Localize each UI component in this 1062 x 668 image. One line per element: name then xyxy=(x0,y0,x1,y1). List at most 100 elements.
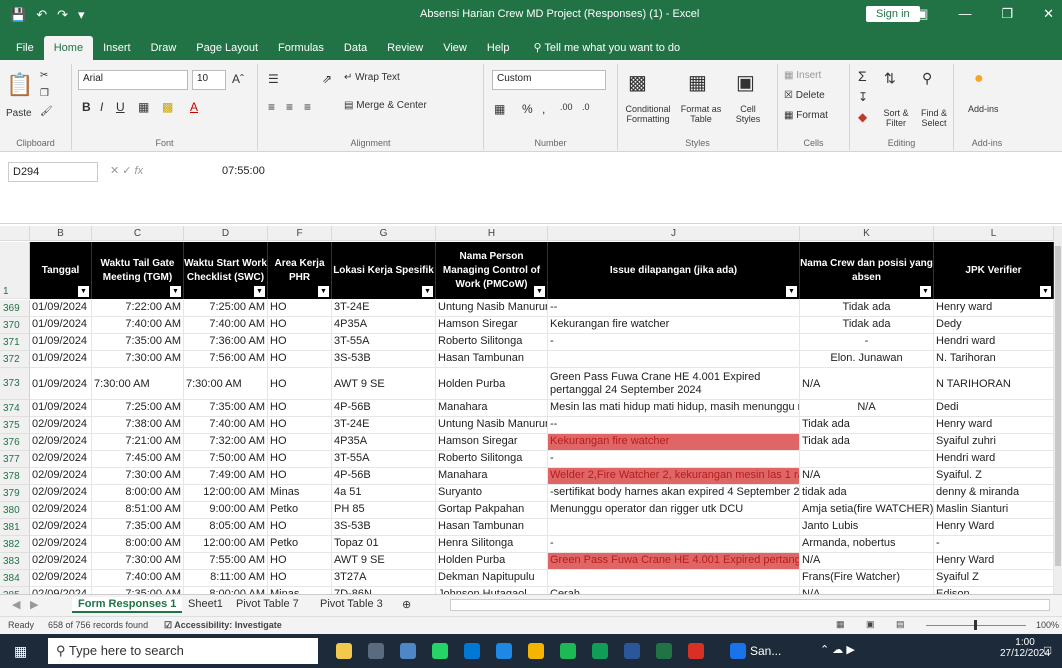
table-cell[interactable]: Topaz 01 xyxy=(332,536,436,553)
table-cell[interactable]: 02/09/2024 xyxy=(30,485,92,502)
row-number[interactable]: 381 xyxy=(0,519,30,536)
filter-dropdown-icon[interactable]: ▼ xyxy=(534,286,545,297)
row-number[interactable]: 376 xyxy=(0,434,30,451)
store-icon[interactable] xyxy=(528,643,544,659)
table-cell[interactable]: 7D-86N xyxy=(332,587,436,594)
table-cell[interactable]: Henry Ward xyxy=(934,553,1054,570)
table-cell[interactable]: 01/09/2024 xyxy=(30,300,92,317)
table-cell[interactable]: 3T27A xyxy=(332,570,436,587)
table-cell[interactable]: Armanda, nobertus xyxy=(800,536,934,553)
table-cell[interactable]: 7:40:00 AM xyxy=(184,417,268,434)
filter-dropdown-icon[interactable]: ▼ xyxy=(78,286,89,297)
currency-icon[interactable]: ▦ xyxy=(494,102,505,116)
find-select-button[interactable]: Find & Select xyxy=(916,108,952,128)
cut-icon[interactable]: ✂ xyxy=(40,70,48,81)
word-icon[interactable] xyxy=(624,643,640,659)
row-number[interactable]: 374 xyxy=(0,400,30,417)
scroll-sheets-right-icon[interactable]: ▶ xyxy=(24,597,44,612)
table-cell[interactable]: HO xyxy=(268,317,332,334)
align-center-icon[interactable]: ≡ xyxy=(286,100,293,114)
font-color-icon[interactable]: A xyxy=(190,100,198,114)
orientation-icon[interactable]: ⇗ xyxy=(322,72,332,86)
undo-icon[interactable]: ↶ xyxy=(36,7,47,23)
table-cell[interactable]: 3T-24E xyxy=(332,300,436,317)
format-painter-icon[interactable]: 🖌 xyxy=(40,106,53,117)
redo-icon[interactable]: ↷ xyxy=(57,7,68,23)
table-cell[interactable]: 4a 51 xyxy=(332,485,436,502)
table-header-cell[interactable]: Nama Crew dan posisi yang absen ▼ xyxy=(800,242,934,299)
font-name-select[interactable]: Arial xyxy=(78,70,188,90)
table-cell[interactable]: 7:40:00 AM xyxy=(92,570,184,587)
row-number[interactable]: 380 xyxy=(0,502,30,519)
table-cell[interactable]: Kekurangan fire watcher xyxy=(548,434,800,451)
table-cell[interactable]: 02/09/2024 xyxy=(30,502,92,519)
table-cell[interactable]: HO xyxy=(268,300,332,317)
table-cell[interactable]: Syaiful zuhri xyxy=(934,434,1054,451)
table-cell[interactable]: Holden Purba xyxy=(436,368,548,400)
table-cell[interactable]: Petko xyxy=(268,502,332,519)
table-cell[interactable]: 7:35:00 AM xyxy=(92,334,184,351)
table-cell[interactable]: - xyxy=(800,334,934,351)
align-right-icon[interactable]: ≡ xyxy=(304,100,311,114)
tab-help[interactable]: Help xyxy=(477,36,520,60)
table-cell[interactable]: 3T-24E xyxy=(332,417,436,434)
sheet-tab-sheet1[interactable]: Sheet1 xyxy=(182,597,229,611)
cell-styles-button[interactable]: Cell Styles xyxy=(728,104,768,124)
table-cell[interactable]: Edison xyxy=(934,587,1054,594)
table-cell[interactable]: 7:30:00 AM xyxy=(92,468,184,485)
table-cell[interactable]: 7:21:00 AM xyxy=(92,434,184,451)
copy-icon[interactable]: ❐ xyxy=(40,88,49,99)
table-cell[interactable]: - xyxy=(548,451,800,468)
number-format-select[interactable]: Custom xyxy=(492,70,606,90)
table-cell[interactable]: 7:32:00 AM xyxy=(184,434,268,451)
table-cell[interactable]: Welder 2,Fire Watcher 2, kekurangan mesi… xyxy=(548,468,800,485)
table-cell[interactable]: Cerah xyxy=(548,587,800,594)
table-cell[interactable]: Syaiful. Z xyxy=(934,468,1054,485)
taskbar-app-label[interactable]: San... xyxy=(750,644,781,658)
vertical-scrollbar[interactable] xyxy=(1054,226,1062,594)
conditional-formatting-icon[interactable]: ▩ xyxy=(628,70,647,95)
table-cell[interactable]: 01/09/2024 xyxy=(30,400,92,417)
table-cell[interactable]: Hasan Tambunan xyxy=(436,519,548,536)
add-sheet-icon[interactable]: ⊕ xyxy=(396,597,417,612)
table-cell[interactable]: N/A xyxy=(800,468,934,485)
chrome-icon[interactable] xyxy=(592,643,608,659)
row-number[interactable]: 373 xyxy=(0,368,30,400)
table-cell[interactable]: 7:35:00 AM xyxy=(92,587,184,594)
table-cell[interactable]: 7:38:00 AM xyxy=(92,417,184,434)
table-cell[interactable]: HO xyxy=(268,417,332,434)
save-icon[interactable]: 💾 xyxy=(10,7,26,23)
tab-view[interactable]: View xyxy=(433,36,477,60)
table-cell[interactable]: 3S-53B xyxy=(332,519,436,536)
table-cell[interactable]: Gortap Pakpahan xyxy=(436,502,548,519)
table-cell[interactable]: 3T-55A xyxy=(332,334,436,351)
table-cell[interactable]: Mesin las mati hidup mati hidup, masih m… xyxy=(548,400,800,417)
bold-icon[interactable]: B xyxy=(82,100,91,114)
table-cell[interactable]: 02/09/2024 xyxy=(30,519,92,536)
table-cell[interactable]: HO xyxy=(268,451,332,468)
table-cell[interactable]: Minas xyxy=(268,485,332,502)
table-cell[interactable]: 02/09/2024 xyxy=(30,587,92,594)
format-as-table-icon[interactable]: ▦ xyxy=(688,70,707,95)
table-cell[interactable]: 8:00:00 AM xyxy=(92,536,184,553)
delete-cells-button[interactable]: ☒ Delete xyxy=(784,90,825,101)
table-cell[interactable]: 12:00:00 AM xyxy=(184,536,268,553)
clock[interactable]: 1:00 27/12/2024 xyxy=(1000,637,1050,659)
table-cell[interactable]: 7:55:00 AM xyxy=(184,553,268,570)
table-cell[interactable]: 7:22:00 AM xyxy=(92,300,184,317)
table-cell[interactable]: - xyxy=(548,334,800,351)
table-cell[interactable]: Dedi xyxy=(934,400,1054,417)
table-cell[interactable]: 7:30:00 AM xyxy=(92,553,184,570)
table-cell[interactable]: N. Tarihoran xyxy=(934,351,1054,368)
column-header-c[interactable]: C xyxy=(92,226,184,241)
table-cell[interactable]: Tidak ada xyxy=(800,434,934,451)
table-cell[interactable]: HO xyxy=(268,334,332,351)
scrollbar-thumb[interactable] xyxy=(1055,246,1061,566)
table-cell[interactable]: 8:00:00 AM xyxy=(92,485,184,502)
windows-start-icon[interactable]: ▦ xyxy=(14,643,27,660)
decrease-decimal-icon[interactable]: .0 xyxy=(582,102,590,112)
column-header-j[interactable]: J xyxy=(548,226,800,241)
table-cell[interactable]: HO xyxy=(268,553,332,570)
insert-cells-button[interactable]: ▦ Insert xyxy=(784,70,821,81)
table-cell[interactable]: Dekman Napitupulu xyxy=(436,570,548,587)
